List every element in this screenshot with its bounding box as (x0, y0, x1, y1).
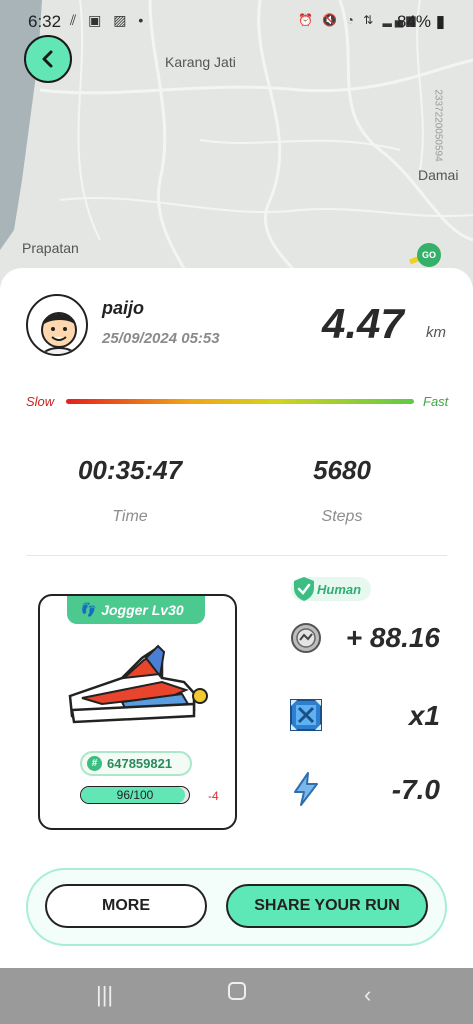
more-button[interactable]: MORE (45, 884, 207, 928)
battery-icon: ▮ (431, 12, 446, 31)
steps-label: Steps (321, 508, 363, 525)
recent-apps-icon[interactable]: ||| (96, 982, 113, 1008)
energy-value: -7.0 (391, 774, 440, 805)
sneaker-level-label: Jogger Lv30 (101, 602, 184, 618)
notification-icons: ⫽ ▣ ▨ • (70, 12, 148, 28)
run-datetime: 25/09/2024 05:53 (102, 330, 220, 347)
distance-unit: km (426, 324, 446, 341)
steps-value: 5680 (313, 455, 371, 485)
chevron-left-icon (42, 50, 53, 68)
map-label-damai: Damai (418, 167, 459, 183)
time-value: 00:35:47 (77, 455, 183, 485)
speed-gradient-bar (66, 399, 414, 404)
durability-text: 96/100 (116, 788, 154, 802)
divider (26, 555, 447, 556)
coin-icon (291, 623, 321, 653)
human-badge-label: Human (317, 581, 362, 597)
map-label-karang-jati: Karang Jati (165, 54, 236, 70)
status-bar: 6:32 ⫽ ▣ ▨ • ⏰ 🔇 ◔ ⇅ ▂▄▆ 84% ▮ (0, 0, 473, 42)
speed-fast-label: Fast (423, 394, 449, 409)
shield-check-icon (294, 577, 314, 601)
username: paijo (102, 298, 145, 318)
route-map[interactable]: Karang Jati Damai Prapatan 2337220050594… (0, 0, 473, 300)
energy-bolt-icon (294, 772, 318, 806)
share-run-button[interactable]: SHARE YOUR RUN (226, 884, 428, 928)
speed-slow-label: Slow (26, 394, 55, 409)
footprints-icon: 👣 (79, 602, 96, 617)
multiplier-box-icon (290, 699, 322, 731)
map-road-code: 2337220050594 (432, 89, 444, 162)
coin-reward: + 88.16 (345, 622, 440, 653)
sneaker-id: 647859821 (107, 756, 173, 771)
back-button[interactable] (24, 35, 72, 83)
multiplier-value: x1 (408, 700, 440, 731)
battery-level: 84% ▮ (397, 12, 446, 31)
durability-delta: -4 (208, 789, 219, 803)
durability-bar: 96/100 (80, 786, 190, 804)
sneaker-level-tag: 👣 Jogger Lv30 (67, 596, 205, 624)
start-pin: GO (417, 243, 441, 267)
back-nav-icon[interactable]: ‹ (364, 982, 371, 1008)
map-label-prapatan: Prapatan (22, 240, 79, 256)
sneaker-icon (68, 644, 208, 724)
time-label: Time (112, 508, 148, 525)
sneaker-id-pill[interactable]: # 647859821 (80, 751, 192, 776)
home-icon[interactable] (228, 982, 246, 1000)
hash-icon: # (87, 756, 102, 771)
system-nav-bar: ||| ‹ (0, 968, 473, 1024)
status-time: 6:32 (28, 12, 62, 31)
avatar (26, 294, 88, 356)
distance-value: 4.47 (322, 300, 404, 347)
